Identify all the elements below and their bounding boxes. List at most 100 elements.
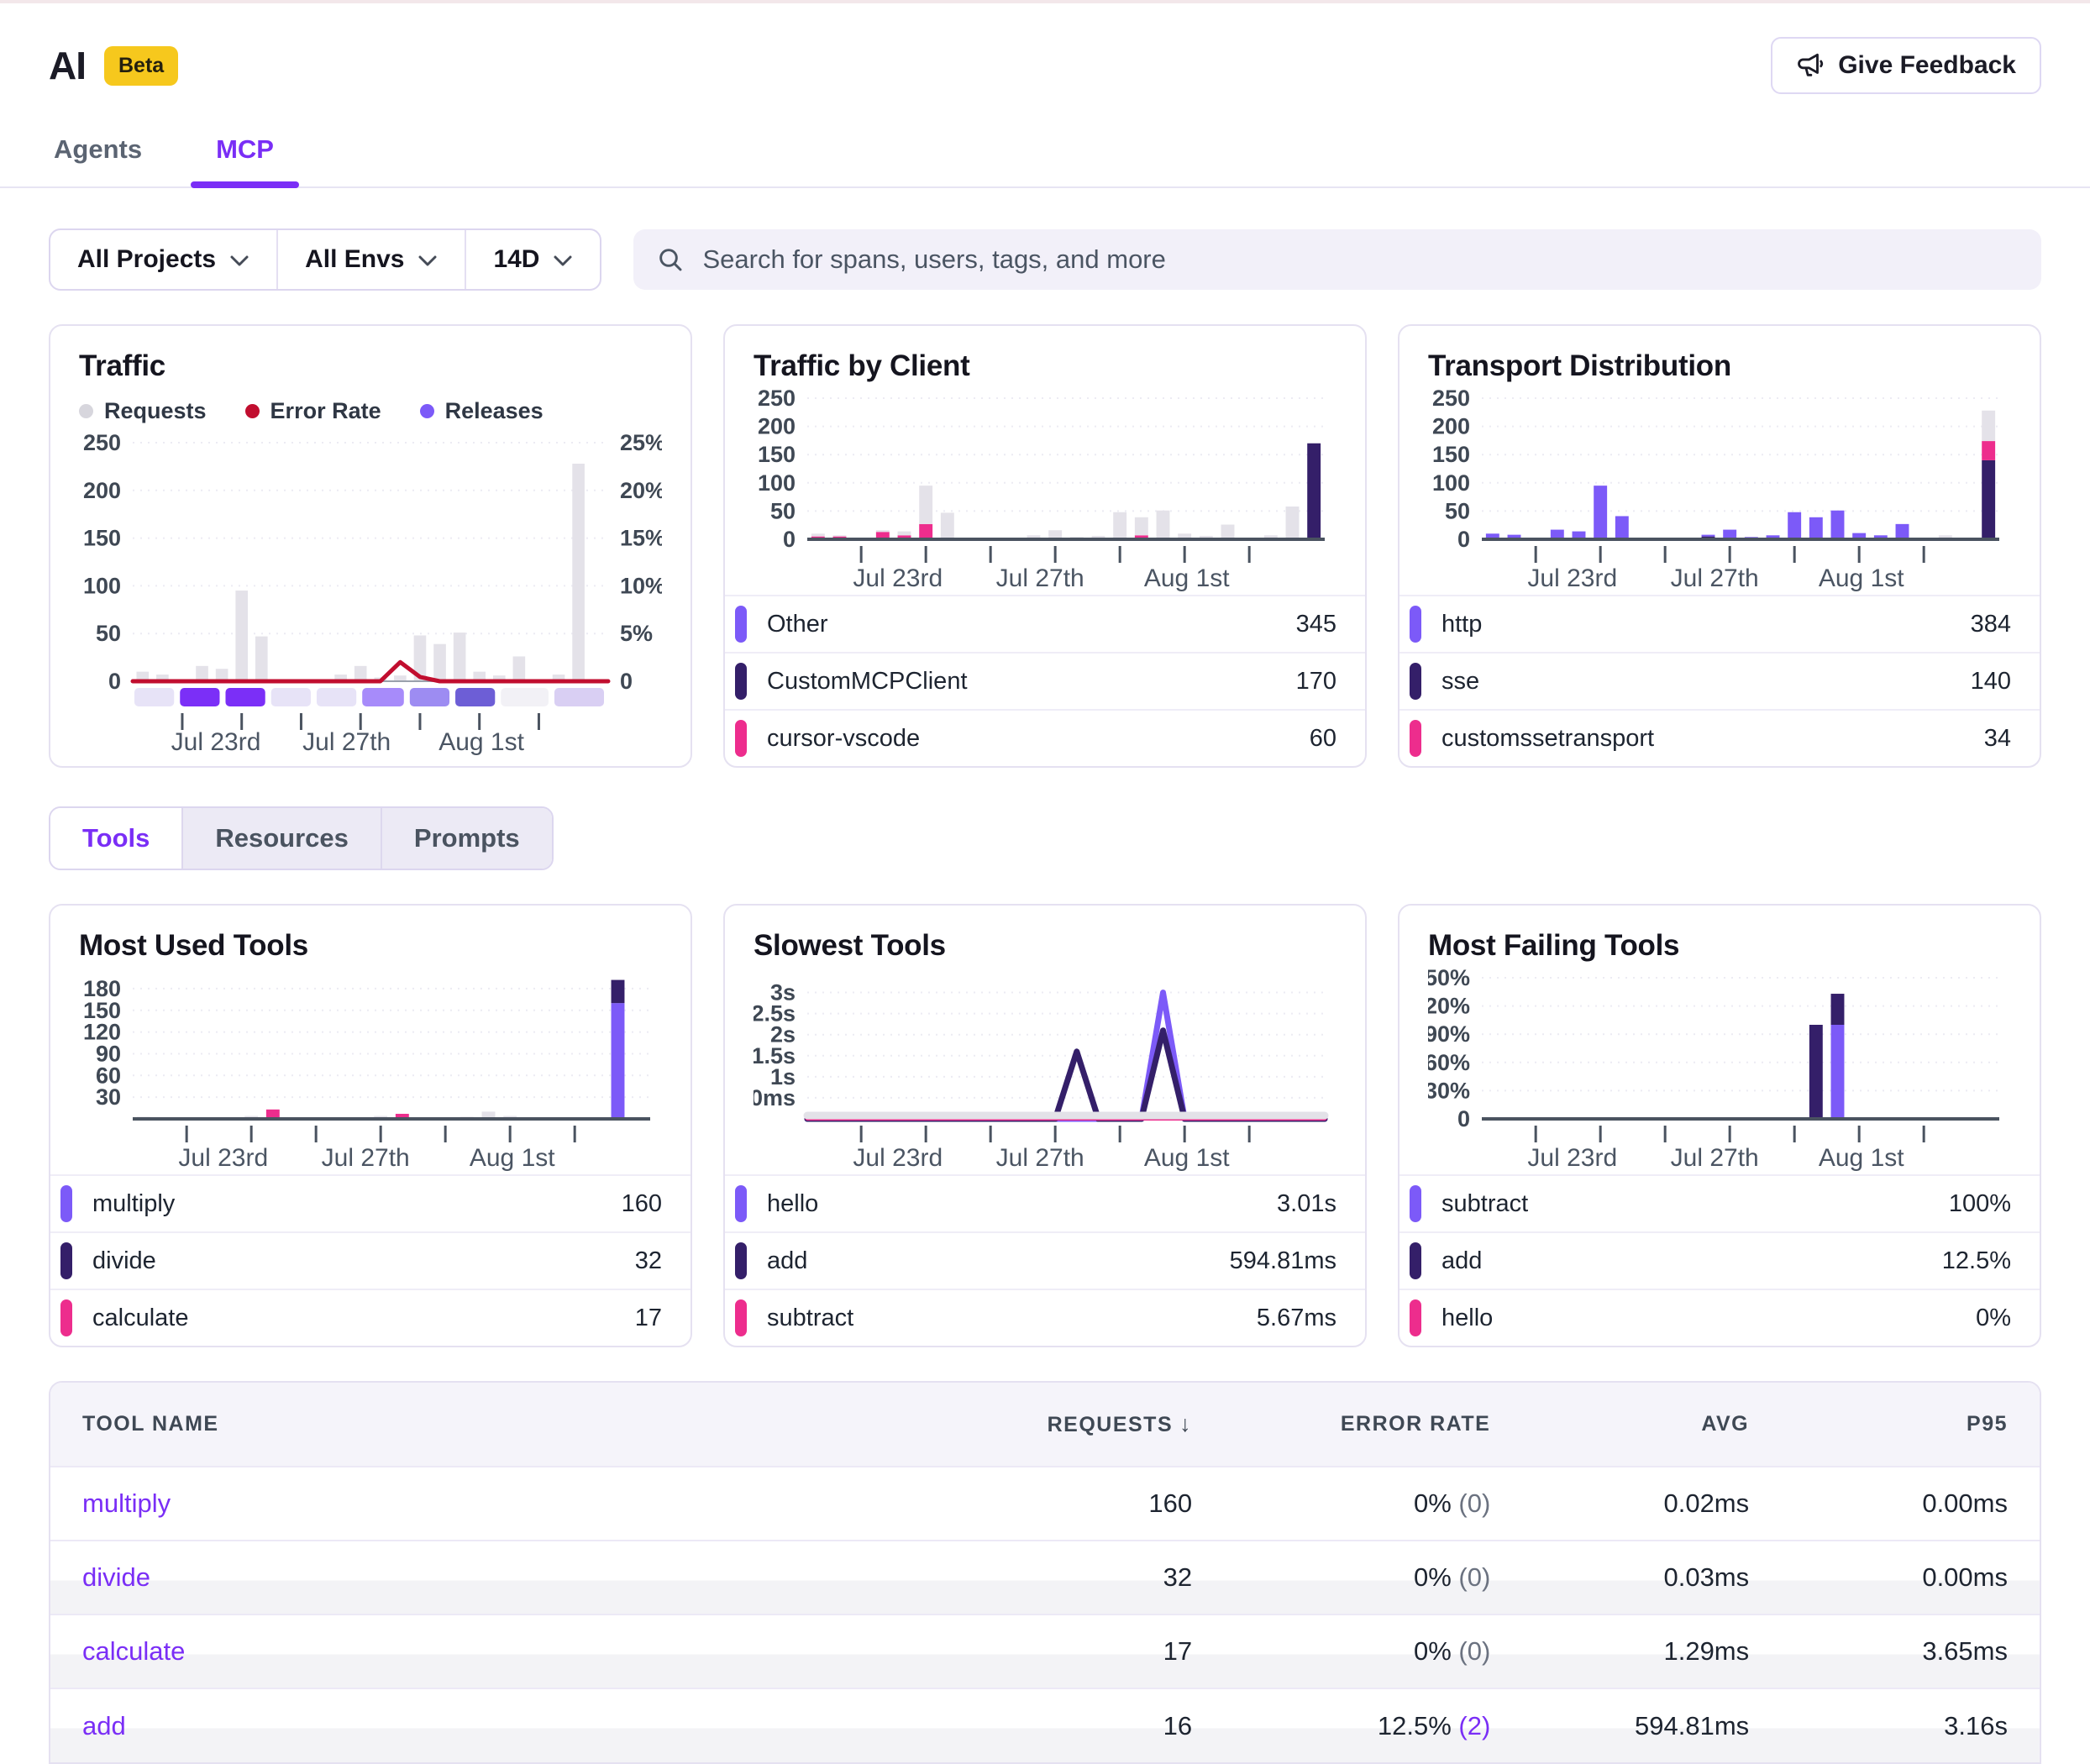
p95-cell: 3.65ms <box>1781 1614 2040 1688</box>
svg-text:Jul 23rd: Jul 23rd <box>171 728 261 756</box>
svg-text:150: 150 <box>83 998 121 1023</box>
list-item[interactable]: http384 <box>1399 595 2040 652</box>
svg-text:Jul 27th: Jul 27th <box>996 1144 1084 1172</box>
list-item[interactable]: sse140 <box>1399 652 2040 709</box>
list-item[interactable]: customssetransport34 <box>1399 709 2040 766</box>
list-item[interactable]: Other345 <box>725 595 1365 652</box>
svg-text:25%: 25% <box>620 430 662 455</box>
give-feedback-label: Give Feedback <box>1838 51 2016 80</box>
error-rate-cell: 12.5% (2) <box>1224 1688 1522 1762</box>
traffic-by-client-chart: 050100150200250Jul 23rdJul 27thAug 1st <box>754 388 1336 595</box>
failing-card-title: Most Failing Tools <box>1428 929 2011 963</box>
svg-text:Jul 23rd: Jul 23rd <box>1527 564 1617 592</box>
svg-text:100: 100 <box>1432 470 1470 496</box>
list-item[interactable]: hello0% <box>1399 1289 2040 1346</box>
client-card-title: Traffic by Client <box>754 349 1336 383</box>
svg-text:Jul 27th: Jul 27th <box>1671 1144 1759 1172</box>
date-range-filter[interactable]: 14D <box>466 230 600 289</box>
legend-requests: Requests <box>79 398 207 424</box>
list-item[interactable]: cursor-vscode60 <box>725 709 1365 766</box>
tab-mcp[interactable]: MCP <box>211 123 279 186</box>
col-error-rate[interactable]: ERROR RATE <box>1224 1383 1522 1467</box>
svg-text:15%: 15% <box>620 526 662 551</box>
svg-text:Aug 1st: Aug 1st <box>1819 1144 1904 1172</box>
table-row[interactable]: divide 32 0% (0) 0.03ms 0.00ms <box>50 1541 2040 1614</box>
tab-agents[interactable]: Agents <box>49 123 147 186</box>
traffic-by-client-card: Traffic by Client 050100150200250Jul 23r… <box>723 324 1367 768</box>
col-p95[interactable]: P95 <box>1781 1383 2040 1467</box>
give-feedback-button[interactable]: Give Feedback <box>1771 37 2041 94</box>
list-item[interactable]: add594.81ms <box>725 1231 1365 1289</box>
svg-text:Aug 1st: Aug 1st <box>1819 564 1904 592</box>
list-item[interactable]: add12.5% <box>1399 1231 2040 1289</box>
list-item[interactable]: subtract5.67ms <box>725 1289 1365 1346</box>
series-color-mark <box>735 1242 747 1279</box>
active-tab-underline <box>191 181 299 188</box>
client-legend-list: Other345 CustomMCPClient170 cursor-vscod… <box>725 595 1365 766</box>
svg-text:150: 150 <box>83 526 121 551</box>
requests-dot-icon <box>79 404 93 418</box>
requests-cell: 160 <box>946 1467 1225 1541</box>
svg-text:Jul 23rd: Jul 23rd <box>853 1144 943 1172</box>
requests-cell: 32 <box>946 1541 1225 1614</box>
envs-filter[interactable]: All Envs <box>278 230 466 289</box>
svg-text:120: 120 <box>83 1020 121 1045</box>
tab-tools[interactable]: Tools <box>50 808 183 869</box>
svg-text:Aug 1st: Aug 1st <box>1144 1144 1230 1172</box>
slowest-tools-chart: 500ms1s1.5s2s2.5s3sJul 23rdJul 27thAug 1… <box>754 968 1336 1174</box>
failing-legend-list: subtract100% add12.5% hello0% <box>1399 1174 2040 1346</box>
most-failing-tools-chart: 030%60%90%120%150%Jul 23rdJul 27thAug 1s… <box>1428 968 2011 1174</box>
avg-cell: 594.81ms <box>1522 1688 1781 1762</box>
tab-prompts[interactable]: Prompts <box>382 808 552 869</box>
search-bar[interactable] <box>633 229 2041 290</box>
table-row[interactable]: calculate 17 0% (0) 1.29ms 3.65ms <box>50 1614 2040 1688</box>
avg-cell: 0.03ms <box>1522 1541 1781 1614</box>
tool-link[interactable]: calculate <box>50 1614 946 1688</box>
series-color-mark <box>735 1185 747 1222</box>
tab-resources[interactable]: Resources <box>183 808 382 869</box>
series-color-mark <box>1410 663 1421 700</box>
filter-row: All Projects All Envs 14D <box>0 188 2090 291</box>
list-item[interactable]: multiply160 <box>50 1174 691 1231</box>
svg-text:Jul 23rd: Jul 23rd <box>853 564 943 592</box>
svg-text:150%: 150% <box>1428 968 1470 990</box>
used-legend-list: multiply160 divide32 calculate17 <box>50 1174 691 1346</box>
svg-text:Jul 23rd: Jul 23rd <box>1527 1144 1617 1172</box>
slowest-legend-list: hello3.01s add594.81ms subtract5.67ms <box>725 1174 1365 1346</box>
requests-cell: 17 <box>946 1614 1225 1688</box>
beta-badge: Beta <box>104 46 178 86</box>
series-color-mark <box>1410 720 1421 757</box>
search-input[interactable] <box>701 244 2018 276</box>
transport-distribution-chart: 050100150200250Jul 23rdJul 27thAug 1st <box>1428 388 2011 595</box>
svg-text:250: 250 <box>1432 388 1470 411</box>
tool-link[interactable]: divide <box>50 1541 946 1614</box>
col-tool-name[interactable]: TOOL NAME <box>50 1383 946 1467</box>
slowest-card-title: Slowest Tools <box>754 929 1336 963</box>
transport-distribution-card: Transport Distribution 050100150200250Ju… <box>1398 324 2041 768</box>
svg-text:5%: 5% <box>620 621 653 646</box>
tool-link[interactable]: add <box>50 1688 946 1762</box>
p95-cell: 3.16s <box>1781 1688 2040 1762</box>
list-item[interactable]: calculate17 <box>50 1289 691 1346</box>
projects-filter[interactable]: All Projects <box>50 230 278 289</box>
svg-text:60: 60 <box>96 1063 121 1088</box>
list-item[interactable]: divide32 <box>50 1231 691 1289</box>
svg-text:20%: 20% <box>620 478 662 503</box>
svg-text:Jul 27th: Jul 27th <box>322 1144 410 1172</box>
series-color-mark <box>60 1242 72 1279</box>
col-avg[interactable]: AVG <box>1522 1383 1781 1467</box>
sort-desc-icon: ↓ <box>1179 1411 1192 1436</box>
most-used-tools-card: Most Used Tools 306090120150180Jul 23rdJ… <box>49 904 692 1347</box>
table-row[interactable]: add 16 12.5% (2) 594.81ms 3.16s <box>50 1688 2040 1762</box>
list-item[interactable]: subtract100% <box>1399 1174 2040 1231</box>
col-requests[interactable]: REQUESTS↓ <box>946 1383 1225 1467</box>
transport-card-title: Transport Distribution <box>1428 349 2011 383</box>
list-item[interactable]: hello3.01s <box>725 1174 1365 1231</box>
traffic-card-title: Traffic <box>79 349 662 383</box>
tool-link[interactable]: multiply <box>50 1467 946 1541</box>
list-item[interactable]: CustomMCPClient170 <box>725 652 1365 709</box>
svg-text:0: 0 <box>783 527 796 552</box>
slowest-tools-card: Slowest Tools 500ms1s1.5s2s2.5s3sJul 23r… <box>723 904 1367 1347</box>
table-row[interactable]: multiply 160 0% (0) 0.02ms 0.00ms <box>50 1467 2040 1541</box>
page-header: AI Beta Give Feedback <box>0 3 2090 94</box>
